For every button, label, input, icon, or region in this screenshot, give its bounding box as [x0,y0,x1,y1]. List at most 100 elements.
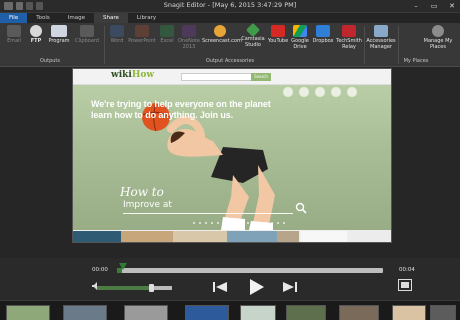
tab-share[interactable]: Share [94,13,128,23]
email-icon [7,25,21,37]
ftp-icon [30,25,42,37]
manage-my-places-label: Manage My Places [423,38,453,50]
volume-slider[interactable] [97,284,172,292]
tray-thumbnail[interactable] [339,305,379,320]
excel-label: Excel [160,38,174,44]
playhead-icon[interactable] [119,263,127,270]
pencil-icon [315,87,325,97]
onenote-icon [182,25,196,37]
word-icon [110,25,124,37]
window-controls: – ▭ ✕ [410,1,458,11]
tray-thumbnail[interactable] [6,305,50,320]
google-drive-button[interactable]: Google Drive [290,25,310,55]
google-drive-label: Google Drive [291,38,309,50]
program-button[interactable]: Program [47,25,71,55]
thumbnail [227,231,277,242]
editor-canvas[interactable]: wikiHow Search We're trying to help ever… [0,68,460,258]
clipboard-icon [80,25,94,37]
wikihow-logo: wikiHow [111,70,155,80]
dropbox-icon [316,25,330,37]
speaker-icon[interactable] [92,282,98,290]
hero-how-to: How to [120,185,164,199]
play-icon[interactable] [248,279,264,295]
tab-file[interactable]: File [0,13,28,23]
tray-thumbnail[interactable] [286,305,326,320]
word-button[interactable]: Word [108,25,126,55]
techsmith-relay-button[interactable]: TechSmith Relay [336,25,362,55]
share-ribbon: Email FTP Program Clipboard Outputs Word… [0,22,460,67]
ftp-button[interactable]: FTP [26,25,46,55]
home-icon [283,87,293,97]
tray-thumbnail[interactable] [430,305,456,320]
captured-screenshot[interactable]: wikiHow Search We're trying to help ever… [72,68,392,243]
carousel-dots [193,222,285,224]
dropbox-button[interactable]: Dropbox [311,25,335,55]
video-player-controls: 00:00 00:04 [0,258,460,300]
word-label: Word [110,38,124,44]
onenote-button[interactable]: OneNote 2013 [177,25,201,55]
snagit-editor-window: Snagit Editor - [May 6, 2015 3:47:29 PM]… [0,0,460,320]
youtube-button[interactable]: YouTube [267,25,289,55]
hero-search-underline [123,213,293,214]
screencast-icon [214,25,226,37]
screencast-button[interactable]: Screencast.com [202,25,242,55]
ribbon-divider [104,26,105,64]
tab-library[interactable]: Library [128,13,165,23]
close-icon[interactable]: ✕ [446,1,458,11]
screencast-label: Screencast.com [202,38,242,44]
film-frame-icon[interactable] [398,279,412,291]
timeline-track[interactable] [117,268,383,273]
excel-icon [160,25,174,37]
camtasia-button[interactable]: Camtasia Studio [240,22,266,55]
maximize-icon[interactable]: ▭ [428,1,440,11]
clipboard-button[interactable]: Clipboard [74,25,100,55]
techsmith-relay-icon [342,25,356,37]
tray-thumbnail[interactable] [240,305,276,320]
wikihow-search-button: Search [251,73,271,81]
wikihow-header: wikiHow Search [73,69,391,85]
tray-thumbnail[interactable] [63,305,107,320]
email-button[interactable]: Email [4,25,24,55]
youtube-label: YouTube [267,38,289,44]
previous-frame-icon[interactable] [213,281,229,293]
tray-thumbnail[interactable] [185,305,229,320]
google-drive-icon [293,25,307,37]
minimize-icon[interactable]: – [410,1,422,11]
people-icon [331,87,341,97]
techsmith-relay-label: TechSmith Relay [336,38,362,50]
volume-handle[interactable] [149,284,154,292]
gear-icon [432,25,444,37]
program-icon [51,25,67,37]
thumbnail [277,231,299,242]
thumbnail [73,231,121,242]
tab-image[interactable]: Image [59,13,94,23]
ribbon-tabs: File Tools Image Share Library [0,13,460,23]
onenote-label: OneNote 2013 [177,38,201,50]
accessories-manager-label: Accessories Manager [366,38,396,50]
camtasia-label: Camtasia Studio [241,36,265,48]
youtube-icon [271,25,285,37]
outputs-group-label: Outputs [40,58,60,64]
tray-thumbnail[interactable] [124,305,168,320]
current-time: 00:00 [92,267,108,273]
program-label: Program [48,38,70,44]
excel-button[interactable]: Excel [158,25,176,55]
next-frame-icon[interactable] [281,281,297,293]
volume-level [97,286,150,290]
thumbnail [121,231,173,242]
hero-headline-line1: We're trying to help everyone on the pla… [91,99,271,109]
library-tray [0,300,460,320]
my-places-group-label: My Places [403,58,429,64]
explore-icon [299,87,309,97]
accessories-manager-button[interactable]: Accessories Manager [366,25,396,55]
window-title: Snagit Editor - [May 6, 2015 3:47:29 PM] [163,1,297,9]
clipboard-label: Clipboard [75,38,99,44]
article-thumbnails [73,230,391,242]
manage-my-places-button[interactable]: Manage My Places [421,25,455,55]
tab-tools[interactable]: Tools [27,13,59,23]
tray-thumbnail[interactable] [392,305,426,320]
ftp-label: FTP [30,38,42,44]
powerpoint-button[interactable]: PowerPoint [127,25,157,55]
powerpoint-icon [135,25,149,37]
thumbnail [349,231,391,242]
